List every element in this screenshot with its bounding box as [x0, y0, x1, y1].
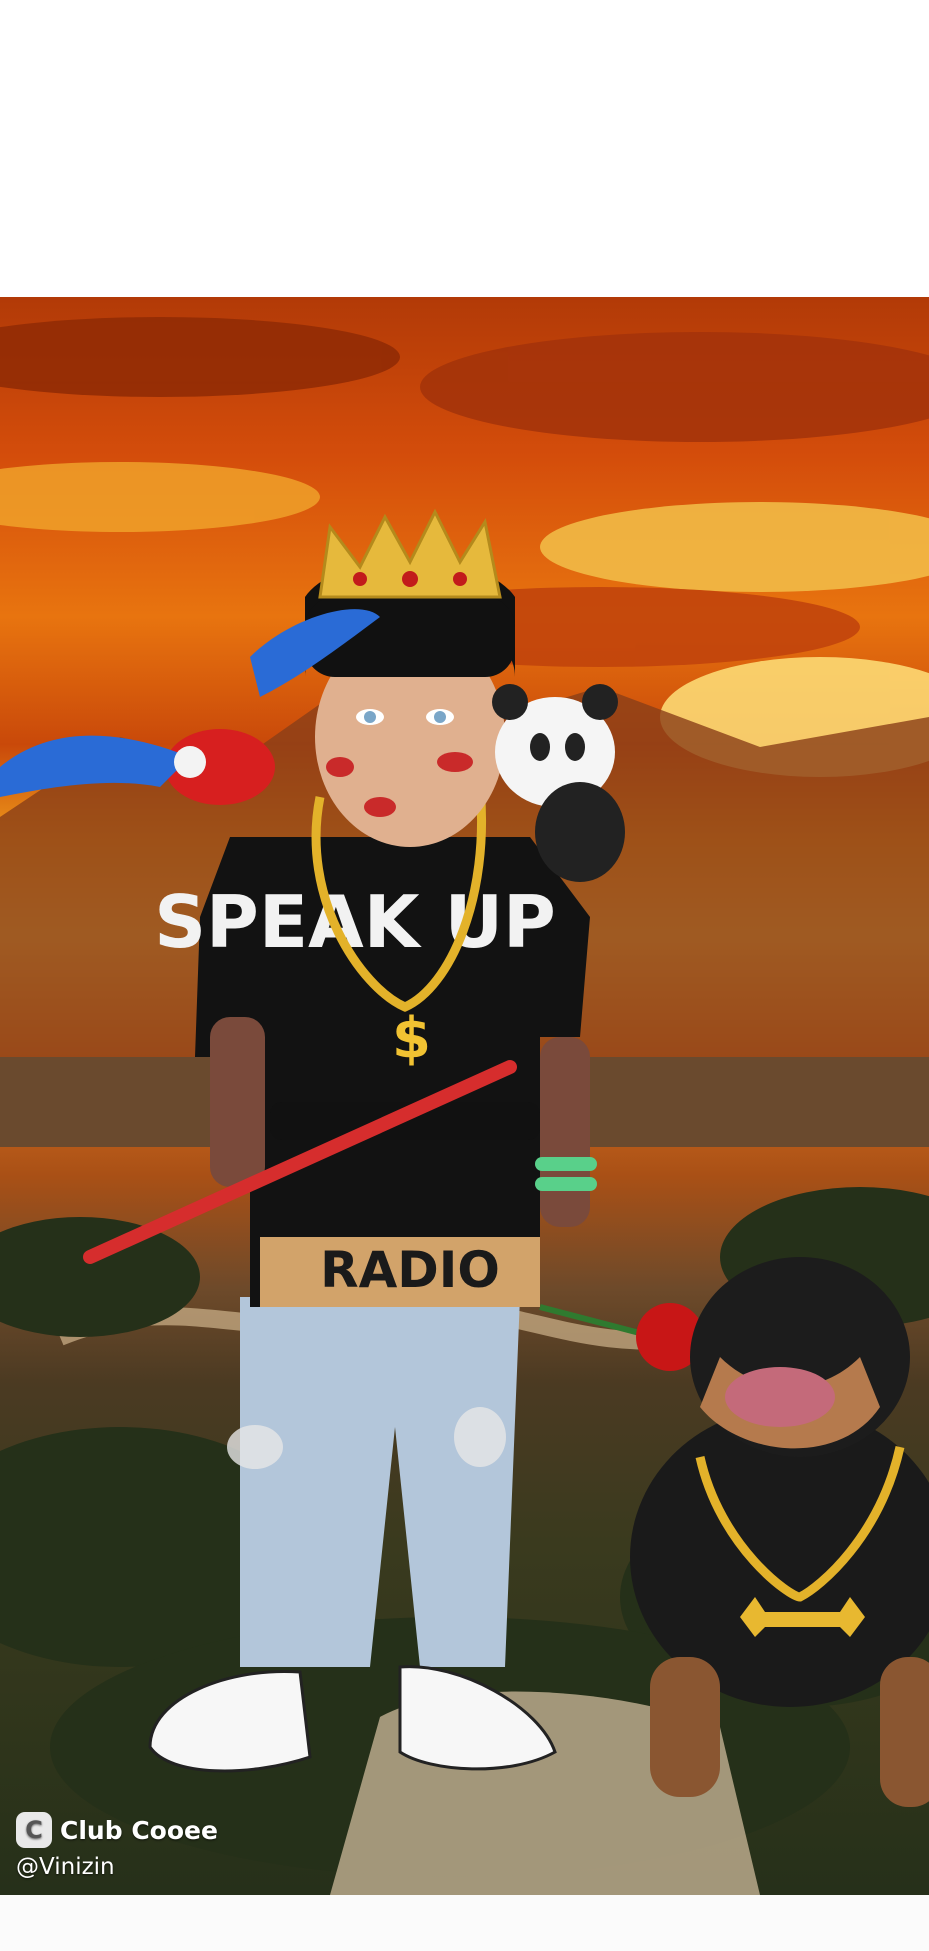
- dollar-pendant: $: [392, 1006, 431, 1071]
- scene-art: SPEAK UP RADIO $: [0, 317, 929, 1895]
- watermark-username: @Vinizin: [16, 1854, 115, 1880]
- watermark-brand-row: C Club Cooee: [16, 1812, 218, 1848]
- club-cooee-watermark: C Club Cooee @Vinizin: [16, 1812, 218, 1880]
- watermark-brand-name: Club Cooee: [60, 1815, 218, 1845]
- shirt-text-bottom: RADIO: [320, 1241, 500, 1299]
- jeans: [240, 1297, 520, 1667]
- left-arm: [210, 1017, 265, 1187]
- top-blank-area: [0, 0, 929, 297]
- club-cooee-logo-icon: C: [16, 1812, 52, 1848]
- bottom-blank-area: [0, 1895, 929, 1951]
- shirt-text-front: SPEAK UP: [154, 880, 556, 964]
- right-arm: [540, 1037, 590, 1227]
- avatar-scene: SPEAK UP RADIO $: [0, 297, 929, 1895]
